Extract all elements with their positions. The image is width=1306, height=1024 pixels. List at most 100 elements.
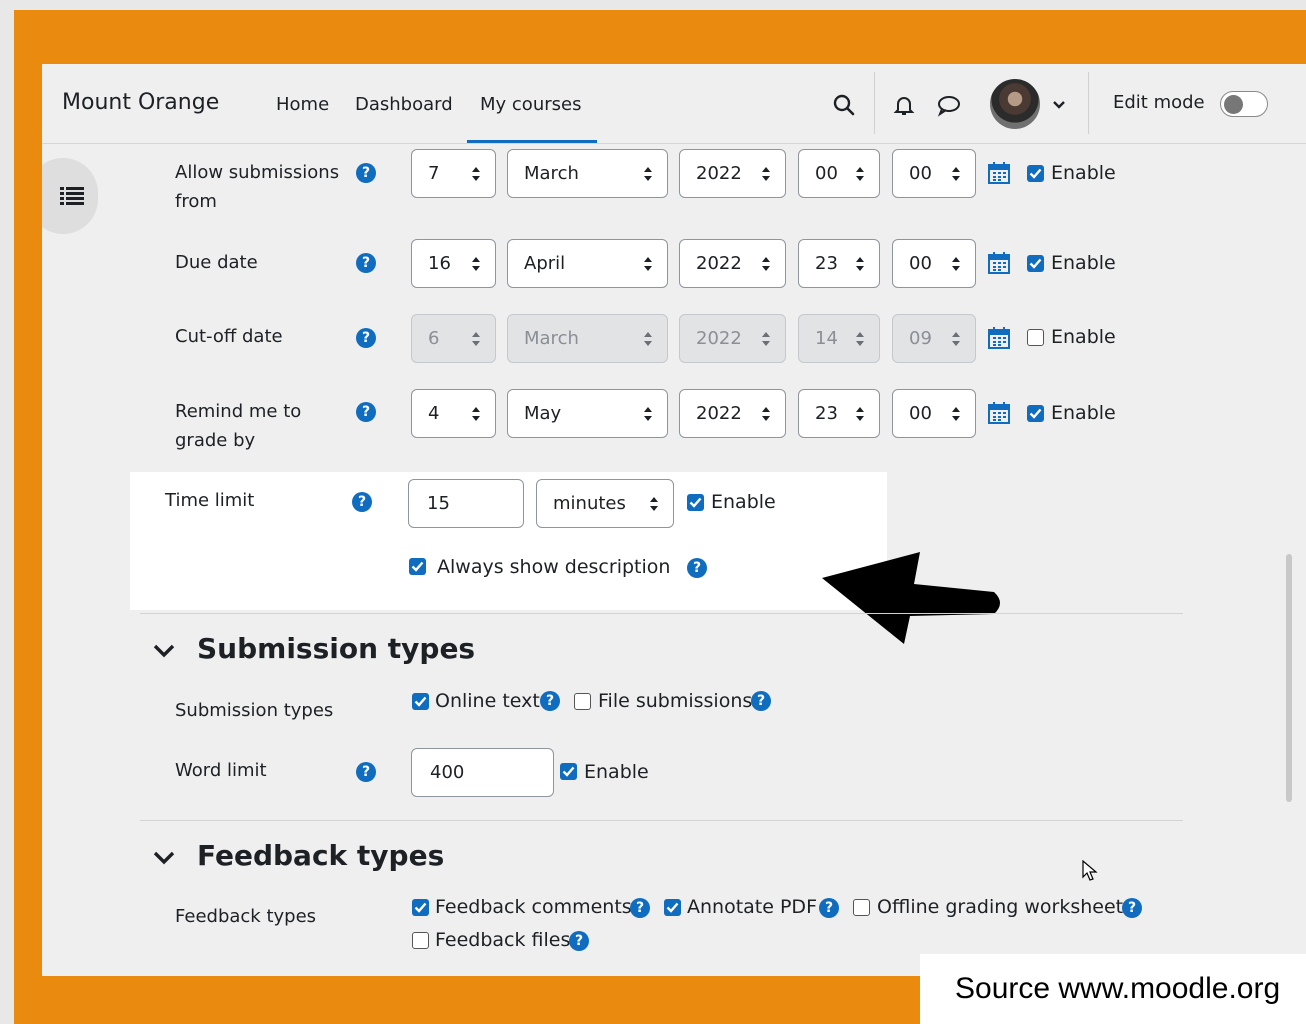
offline-worksheet-checkbox[interactable] (853, 899, 870, 916)
help-icon[interactable]: ? (352, 492, 372, 512)
calendar-icon[interactable] (988, 402, 1010, 424)
time-limit-unit-select[interactable]: minutes (536, 479, 674, 528)
check-icon (562, 766, 575, 777)
allow-hour-select[interactable]: 00 (798, 149, 880, 198)
feedback-comments-label: Feedback comments (435, 896, 632, 918)
site-brand[interactable]: Mount Orange (62, 90, 219, 115)
time-limit-input[interactable]: 15 (408, 479, 524, 528)
sort-caret-icon (762, 332, 770, 346)
course-index-drawer-button[interactable] (42, 158, 98, 234)
due-minute-select[interactable]: 00 (892, 239, 976, 288)
help-icon[interactable]: ? (751, 691, 771, 711)
user-avatar[interactable] (990, 79, 1040, 129)
select-value: 14 (815, 328, 838, 349)
check-icon (411, 561, 424, 572)
due-enable-checkbox[interactable] (1027, 255, 1044, 272)
help-icon[interactable]: ? (356, 253, 376, 273)
help-icon[interactable]: ? (687, 558, 707, 578)
cutoff-month-select: March (507, 314, 668, 363)
help-icon[interactable]: ? (356, 163, 376, 183)
sort-caret-icon (952, 167, 960, 181)
help-icon[interactable]: ? (1122, 898, 1142, 918)
due-day-select[interactable]: 16 (411, 239, 496, 288)
online-text-checkbox[interactable] (412, 693, 429, 710)
sort-caret-icon (644, 257, 652, 271)
select-value: 23 (815, 253, 838, 274)
select-value: 00 (909, 163, 932, 184)
select-value: 4 (428, 403, 440, 424)
feedback-types-heading[interactable]: Feedback types (197, 839, 444, 872)
submission-types-heading[interactable]: Submission types (197, 632, 475, 665)
always-show-description-checkbox[interactable] (409, 558, 426, 575)
check-icon (666, 902, 679, 913)
remind-enable-checkbox[interactable] (1027, 405, 1044, 422)
check-icon (1029, 408, 1042, 419)
check-icon (1029, 258, 1042, 269)
check-icon (414, 902, 427, 913)
page-scrollbar[interactable] (1286, 554, 1292, 802)
sort-caret-icon (762, 257, 770, 271)
edit-mode-toggle[interactable] (1220, 91, 1268, 117)
select-value: 2022 (696, 163, 742, 184)
sort-caret-icon (644, 167, 652, 181)
word-limit-input[interactable]: 400 (411, 748, 554, 797)
moodle-screen: Mount Orange Home Dashboard My courses E… (42, 64, 1306, 976)
nav-home[interactable]: Home (276, 94, 329, 115)
check-icon (689, 497, 702, 508)
cutoff-enable-checkbox[interactable] (1027, 329, 1044, 346)
sort-caret-icon (952, 407, 960, 421)
chat-bubble-icon[interactable] (936, 92, 962, 118)
check-icon (414, 696, 427, 707)
remind-year-select[interactable]: 2022 (679, 389, 786, 438)
annotate-pdf-label: Annotate PDF (687, 896, 817, 918)
allow-year-select[interactable]: 2022 (679, 149, 786, 198)
due-year-select[interactable]: 2022 (679, 239, 786, 288)
due-hour-select[interactable]: 23 (798, 239, 880, 288)
time-limit-enable-checkbox[interactable] (687, 494, 704, 511)
nav-my-courses[interactable]: My courses (480, 94, 581, 115)
help-icon[interactable]: ? (819, 898, 839, 918)
help-icon[interactable]: ? (569, 931, 589, 951)
help-icon[interactable]: ? (356, 402, 376, 422)
nav-separator (1088, 72, 1089, 134)
select-value: 23 (815, 403, 838, 424)
annotate-pdf-checkbox[interactable] (664, 899, 681, 916)
remind-month-select[interactable]: May (507, 389, 668, 438)
remind-minute-select[interactable]: 00 (892, 389, 976, 438)
help-icon[interactable]: ? (540, 691, 560, 711)
help-icon[interactable]: ? (356, 762, 376, 782)
chevron-down-icon[interactable] (153, 644, 175, 658)
select-value: 6 (428, 328, 440, 349)
sort-caret-icon (644, 407, 652, 421)
chevron-down-icon[interactable] (153, 851, 175, 865)
cutoff-year-select: 2022 (679, 314, 786, 363)
calendar-icon[interactable] (988, 252, 1010, 274)
allow-month-select[interactable]: March (507, 149, 668, 198)
remind-enable-label: Enable (1051, 402, 1116, 424)
select-value: 2022 (696, 328, 742, 349)
nav-dashboard[interactable]: Dashboard (355, 94, 453, 115)
help-icon[interactable]: ? (630, 898, 650, 918)
select-value: 7 (428, 163, 440, 184)
remind-hour-select[interactable]: 23 (798, 389, 880, 438)
calendar-icon[interactable] (988, 162, 1010, 184)
select-value: 2022 (696, 253, 742, 274)
word-limit-enable-checkbox[interactable] (560, 763, 577, 780)
time-limit-enable-label: Enable (711, 491, 776, 513)
file-submissions-checkbox[interactable] (574, 693, 591, 710)
select-value: 2022 (696, 403, 742, 424)
chevron-down-icon[interactable] (1046, 92, 1072, 118)
allow-minute-select[interactable]: 00 (892, 149, 976, 198)
feedback-files-checkbox[interactable] (412, 932, 429, 949)
calendar-icon[interactable] (988, 327, 1010, 349)
allow-day-select[interactable]: 7 (411, 149, 496, 198)
allow-enable-checkbox[interactable] (1027, 165, 1044, 182)
cutoff-hour-select: 14 (798, 314, 880, 363)
help-icon[interactable]: ? (356, 328, 376, 348)
search-icon[interactable] (831, 92, 857, 118)
bell-icon[interactable] (891, 92, 917, 118)
due-month-select[interactable]: April (507, 239, 668, 288)
feedback-comments-checkbox[interactable] (412, 899, 429, 916)
remind-day-select[interactable]: 4 (411, 389, 496, 438)
due-enable-label: Enable (1051, 252, 1116, 274)
